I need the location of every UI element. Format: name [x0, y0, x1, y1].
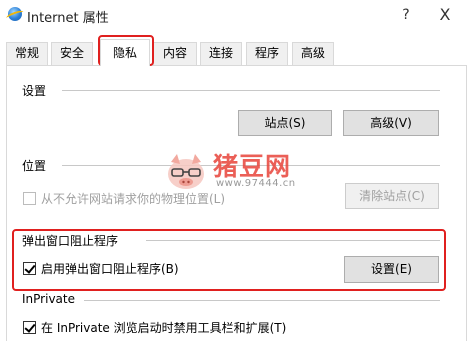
inprivate-heading: InPrivate [22, 292, 75, 306]
tab-privacy[interactable]: 隐私 [100, 39, 150, 66]
tab-general[interactable]: 常规 [6, 42, 48, 65]
advanced-button[interactable]: 高级(V) [343, 110, 439, 136]
tab-programs[interactable]: 程序 [246, 42, 288, 65]
tab-advanced[interactable]: 高级 [292, 42, 334, 65]
inprivate-divider [84, 300, 440, 301]
location-checkbox-label: 从不允许网站请求你的物理位置(L) [41, 192, 226, 206]
watermark-url: www.97444.cn [216, 178, 296, 189]
settings-divider [62, 90, 440, 91]
help-button[interactable]: ? [397, 6, 415, 24]
inprivate-checkbox-label: 在 InPrivate 浏览启动时禁用工具栏和扩展(T) [41, 321, 287, 335]
tab-content[interactable]: 内容 [153, 42, 197, 65]
inprivate-checkbox[interactable] [23, 321, 36, 334]
clear-sites-button[interactable]: 清除站点(C) [345, 183, 439, 209]
pig-logo-icon [168, 154, 204, 189]
tab-security[interactable]: 安全 [51, 42, 93, 65]
tab-connections[interactable]: 连接 [200, 42, 242, 65]
location-heading: 位置 [22, 159, 47, 173]
window-title: Internet 属性 [27, 11, 109, 26]
title-bar: Internet 属性 ? X [0, 0, 471, 30]
close-button[interactable]: X [436, 6, 454, 24]
sites-button[interactable]: 站点(S) [238, 110, 332, 136]
popup-highlight-box [12, 229, 446, 291]
internet-globe-icon [8, 7, 22, 21]
tab-strip: 常规 安全 隐私 内容 连接 程序 高级 [6, 39, 466, 66]
location-checkbox[interactable] [23, 192, 36, 205]
settings-heading: 设置 [22, 84, 47, 98]
